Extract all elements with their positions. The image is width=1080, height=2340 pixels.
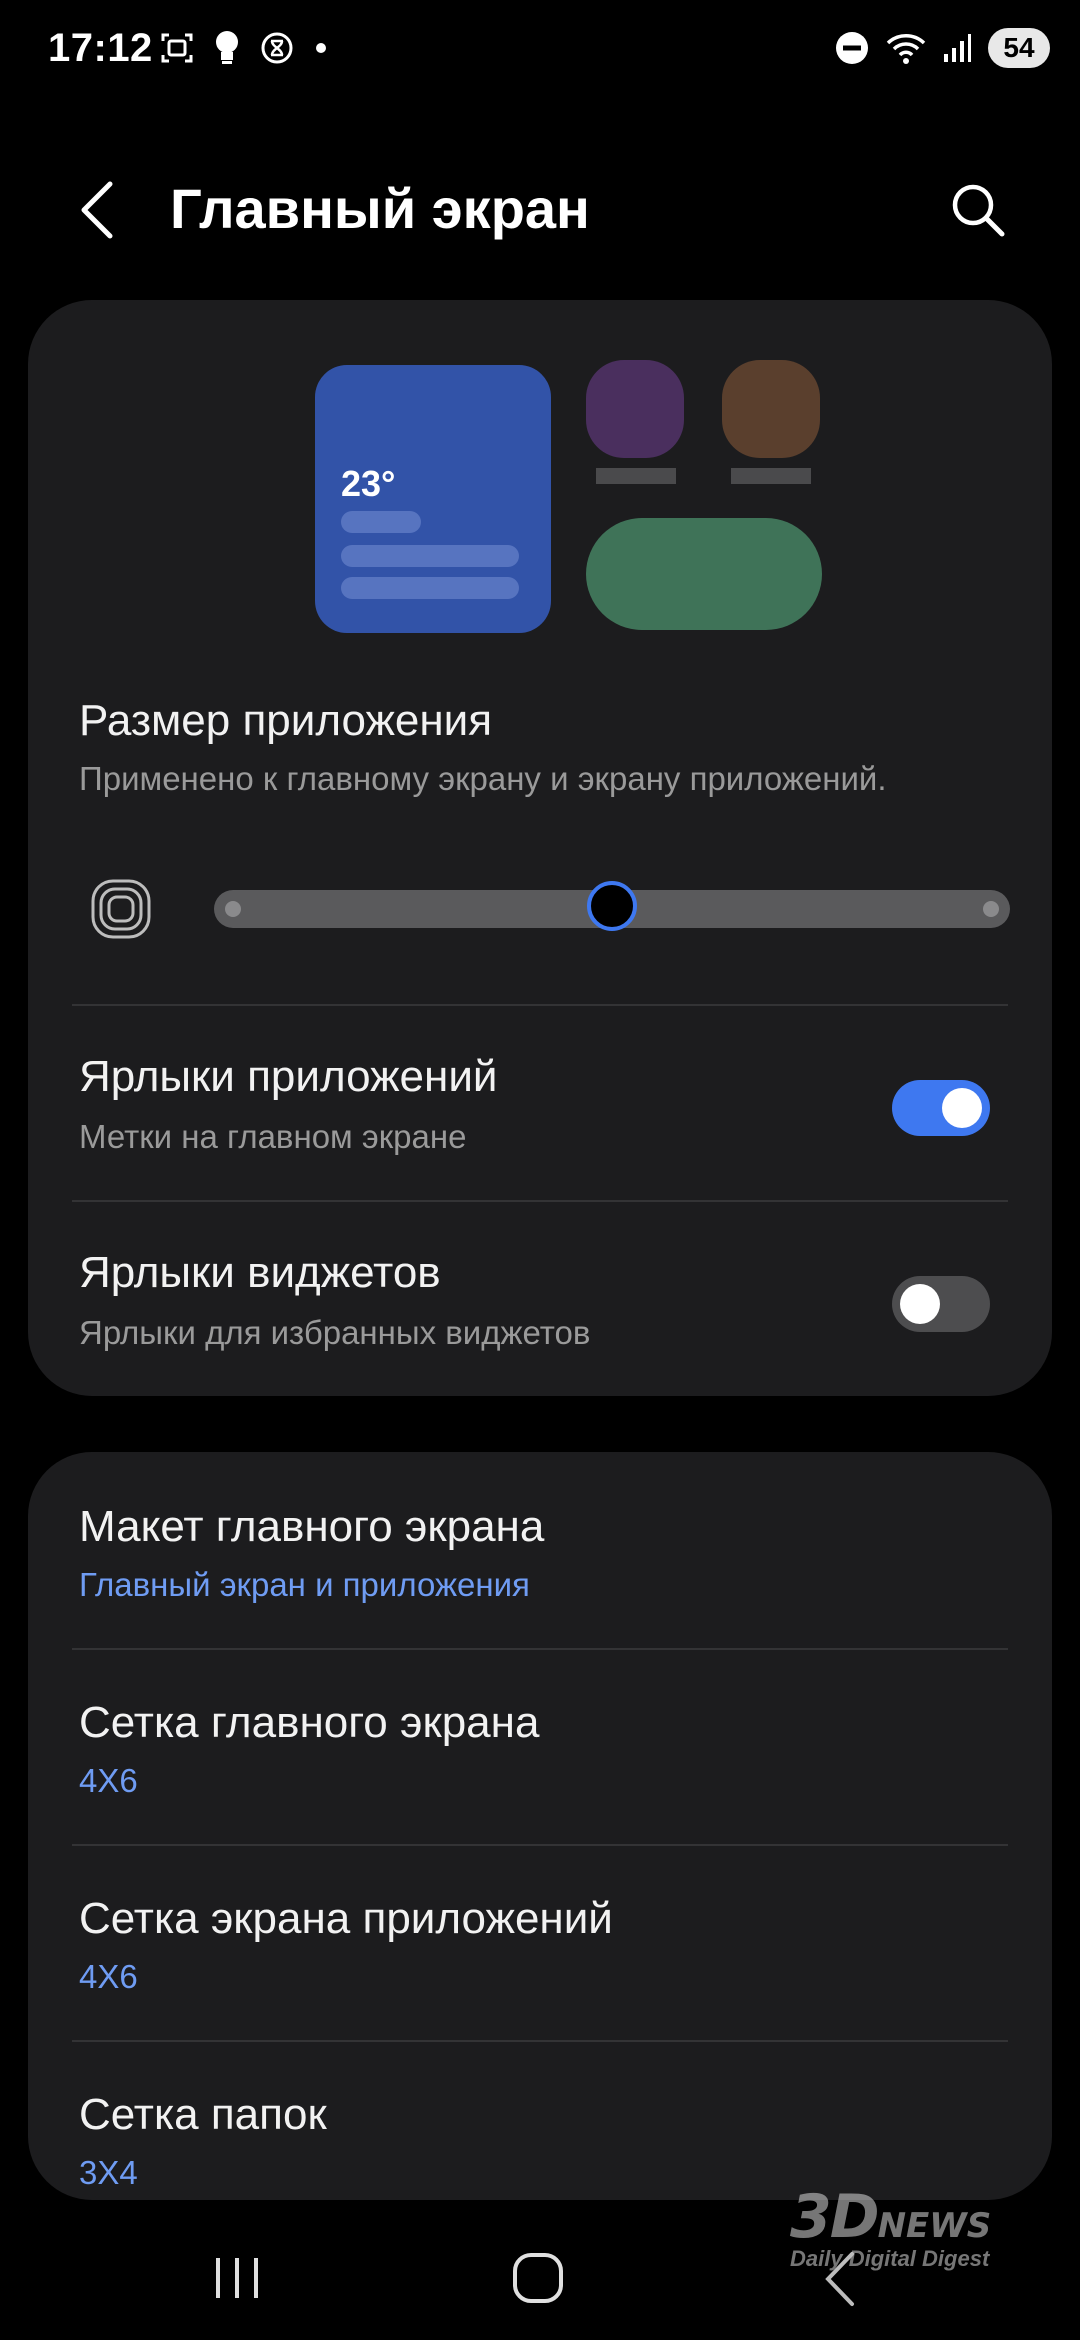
home-layout-value: Главный экран и приложения — [79, 1566, 530, 1603]
folder-grid-title: Сетка папок — [79, 2090, 327, 2139]
widget-labels-subtitle: Ярлыки для избранных виджетов — [79, 1314, 591, 1351]
app-icon-size-icon — [91, 879, 151, 939]
wifi-icon — [886, 34, 926, 64]
app-size-subtitle: Применено к главному экрану и экрану при… — [79, 760, 887, 797]
screenshot-icon — [161, 33, 193, 63]
divider — [72, 1200, 1008, 1202]
app-labels-toggle[interactable] — [892, 1080, 990, 1136]
layout-settings-card: Макет главного экрана Главный экран и пр… — [28, 1452, 1052, 2200]
widget-line — [341, 577, 519, 599]
page-title: Главный экран — [170, 177, 590, 240]
dnd-icon — [836, 32, 868, 64]
home-icon[interactable] — [512, 2252, 564, 2304]
app-size-slider[interactable] — [214, 881, 1010, 931]
app-icon-preview — [722, 360, 820, 458]
divider — [72, 2040, 1008, 2042]
bulb-icon — [216, 31, 238, 64]
recent-apps-icon[interactable] — [212, 2256, 262, 2300]
notification-icons — [160, 30, 328, 66]
widget-line — [341, 511, 421, 533]
slider-thumb[interactable] — [587, 881, 637, 931]
display-settings-card: 23° Размер приложения Применено к главно… — [28, 300, 1052, 1396]
nav-back-icon[interactable] — [820, 2250, 860, 2308]
app-labels-title: Ярлыки приложений — [79, 1052, 498, 1101]
app-label-preview — [596, 468, 676, 484]
apps-grid-title: Сетка экрана приложений — [79, 1894, 613, 1943]
status-bar: 17:12 54 — [0, 0, 1080, 110]
widget-labels-toggle[interactable] — [892, 1276, 990, 1332]
home-layout-title: Макет главного экрана — [79, 1502, 545, 1551]
slider-max-dot — [983, 901, 999, 917]
widget-labels-title: Ярлыки виджетов — [79, 1248, 441, 1297]
search-icon[interactable] — [948, 180, 1008, 240]
back-arrow-icon[interactable] — [70, 178, 130, 242]
dot-icon — [316, 43, 326, 53]
home-grid-value: 4X6 — [79, 1762, 138, 1799]
weather-widget-preview: 23° — [315, 365, 551, 633]
divider — [72, 1648, 1008, 1650]
widget-line — [341, 545, 519, 567]
pill-widget-preview — [586, 518, 822, 630]
folder-grid-value: 3X4 — [79, 2154, 138, 2191]
timer-app-icon — [261, 32, 293, 64]
app-labels-subtitle: Метки на главном экране — [79, 1118, 467, 1155]
battery-indicator: 54 — [988, 28, 1050, 68]
status-time: 17:12 — [48, 26, 153, 70]
slider-min-dot — [225, 901, 241, 917]
navigation-bar — [0, 2220, 1080, 2340]
app-size-title: Размер приложения — [79, 696, 493, 745]
divider — [72, 1004, 1008, 1006]
app-label-preview — [731, 468, 811, 484]
app-icon-preview — [586, 360, 684, 458]
toggle-knob — [900, 1284, 940, 1324]
toggle-knob — [942, 1088, 982, 1128]
home-grid-title: Сетка главного экрана — [79, 1698, 540, 1747]
home-screen-preview: 23° — [286, 360, 826, 640]
system-icons: 54 — [834, 28, 1050, 68]
divider — [72, 1844, 1008, 1846]
signal-icon — [944, 34, 971, 62]
apps-grid-value: 4X6 — [79, 1958, 138, 1995]
widget-temperature: 23° — [341, 463, 396, 504]
